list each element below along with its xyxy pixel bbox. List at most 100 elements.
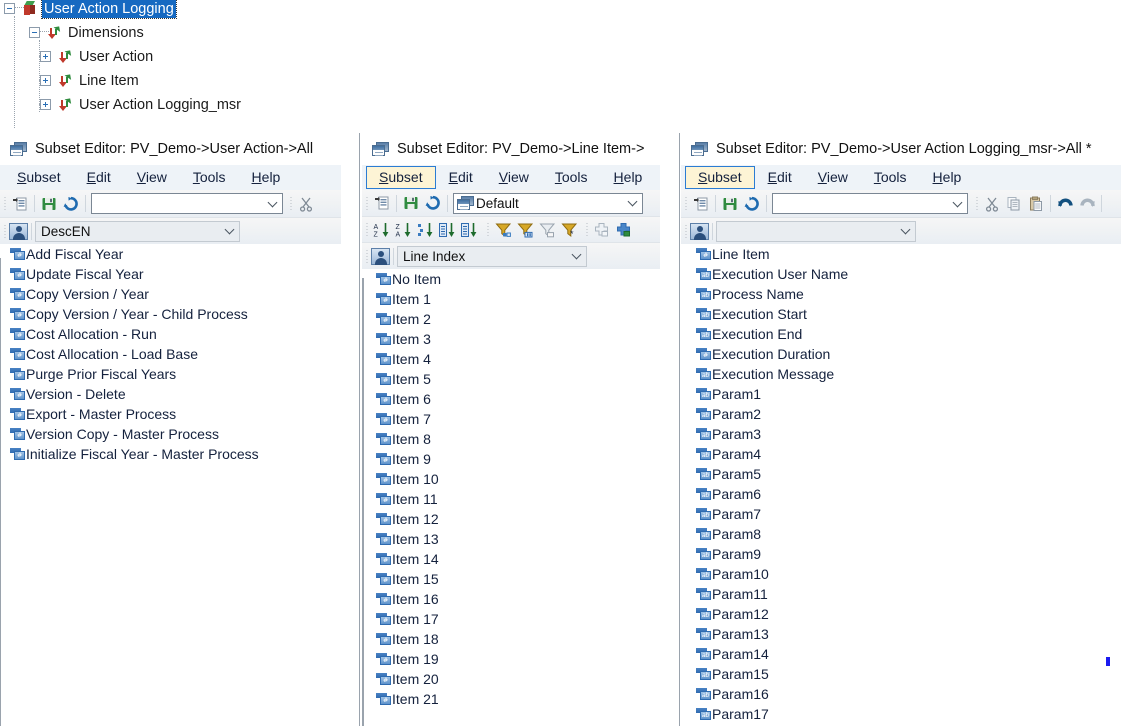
main-toolbar[interactable] — [681, 190, 1121, 218]
list-item[interactable]: # No Item — [364, 269, 660, 289]
menu-subset[interactable]: Subset — [4, 166, 74, 189]
menu-tools[interactable]: Tools — [542, 166, 601, 189]
list-item[interactable]: # Purge Prior Fiscal Years — [0, 364, 341, 384]
list-item[interactable]: # Item 13 — [364, 529, 660, 549]
new-subset-icon[interactable] — [371, 192, 393, 214]
menu-subset[interactable]: Subset — [685, 166, 755, 189]
chevron-down-icon[interactable] — [952, 197, 963, 207]
menu-view[interactable]: View — [486, 166, 542, 189]
expand-toggle-icon[interactable] — [40, 99, 51, 110]
undo-icon[interactable] — [1054, 193, 1076, 215]
chevron-down-icon[interactable] — [571, 249, 582, 260]
list-item[interactable]: ab Execution End — [686, 324, 1121, 344]
menu-help[interactable]: Help — [601, 166, 656, 189]
menu-edit[interactable]: Edit — [436, 166, 486, 189]
list-item[interactable]: # Item 19 — [364, 649, 660, 669]
subset-editor-window-logging-msr[interactable]: Subset Editor: PV_Demo->User Action Logg… — [681, 133, 1121, 726]
cut-icon[interactable] — [295, 193, 317, 215]
alias-icon[interactable] — [690, 222, 709, 240]
save-icon[interactable] — [38, 193, 60, 215]
chevron-down-icon[interactable] — [224, 224, 235, 235]
toolbar-grip[interactable] — [584, 221, 591, 238]
menu-bar[interactable]: Subset Edit View Tools Help — [681, 165, 1121, 190]
menu-tools[interactable]: Tools — [180, 166, 239, 189]
list-item[interactable]: # Item 2 — [364, 309, 660, 329]
list-item[interactable]: # Item 9 — [364, 449, 660, 469]
list-item[interactable]: # Version - Delete — [0, 384, 341, 404]
expand-toggle-icon[interactable] — [40, 75, 51, 86]
list-item[interactable]: # Item 4 — [364, 349, 660, 369]
list-item[interactable]: ab Process Name — [686, 284, 1121, 304]
attribute-toolbar[interactable]: Line Index — [362, 243, 660, 269]
toolbar-grip[interactable] — [364, 248, 371, 265]
list-item[interactable]: # Item 17 — [364, 609, 660, 629]
list-item[interactable]: ab Param17 — [686, 704, 1121, 724]
attribute-toolbar[interactable] — [681, 218, 1121, 244]
list-item[interactable]: # Item 8 — [364, 429, 660, 449]
subset-editor-window-line-item[interactable]: Subset Editor: PV_Demo->Line Item-> Subs… — [362, 133, 660, 726]
list-item[interactable]: # Item 14 — [364, 549, 660, 569]
list-item[interactable]: # Item 6 — [364, 389, 660, 409]
list-item[interactable]: # Item 11 — [364, 489, 660, 509]
expand-toggle-icon[interactable] — [40, 51, 51, 62]
list-item[interactable]: # Item 18 — [364, 629, 660, 649]
list-item[interactable]: # Execution Duration — [686, 344, 1121, 364]
element-list-logging-msr[interactable]: # Line Item ab Execution User Name ab Process… — [681, 244, 1121, 726]
list-item[interactable]: # Item 10 — [364, 469, 660, 489]
toolbar-grip[interactable] — [364, 221, 371, 238]
clear-filter-icon[interactable] — [536, 219, 558, 241]
alias-icon[interactable] — [371, 247, 390, 265]
list-item[interactable]: # Item 12 — [364, 509, 660, 529]
list-item[interactable]: ab Param16 — [686, 684, 1121, 704]
list-item[interactable]: ab Execution User Name — [686, 264, 1121, 284]
tree-node-line-item[interactable]: Line Item — [40, 70, 141, 91]
copy-icon[interactable] — [317, 193, 339, 215]
list-item[interactable]: ab Param11 — [686, 584, 1121, 604]
list-item[interactable]: # Version Copy - Master Process — [0, 424, 341, 444]
list-item[interactable]: ab Param9 — [686, 544, 1121, 564]
insert-all-icon[interactable] — [613, 219, 635, 241]
tree-node-user-action[interactable]: User Action — [40, 46, 155, 67]
list-item[interactable]: ab Param10 — [686, 564, 1121, 584]
attribute-combo[interactable]: Line Index — [397, 245, 587, 267]
element-list-line-item[interactable]: # No Item # Item 1 # Item 2 # Item 3 # Item 4 # Ite… — [362, 269, 660, 726]
menu-view[interactable]: View — [124, 166, 180, 189]
list-item[interactable]: ab Param8 — [686, 524, 1121, 544]
element-list-user-action[interactable]: # Add Fiscal Year # Update Fiscal Year # Copy… — [0, 244, 341, 726]
menu-help[interactable]: Help — [239, 166, 294, 189]
list-item[interactable]: # Add Fiscal Year — [0, 244, 341, 264]
toolbar-grip[interactable] — [2, 223, 9, 240]
new-subset-icon[interactable] — [9, 193, 31, 215]
sort-descending-icon[interactable]: Z A — [393, 219, 415, 241]
subset-name-combo[interactable] — [772, 193, 968, 214]
list-item[interactable]: ab Param1 — [686, 384, 1121, 404]
list-item[interactable]: # Item 3 — [364, 329, 660, 349]
list-item[interactable]: ab Param3 — [686, 424, 1121, 444]
sort-filter-toolbar[interactable]: A Z Z A * — [362, 217, 660, 243]
menu-edit[interactable]: Edit — [755, 166, 805, 189]
subset-editor-window-user-action[interactable]: Subset Editor: PV_Demo->User Action->All… — [0, 133, 341, 726]
list-item[interactable]: # Item 16 — [364, 589, 660, 609]
list-item[interactable]: # Item 1 — [364, 289, 660, 309]
menu-help[interactable]: Help — [920, 166, 975, 189]
filter-by-level-icon[interactable] — [492, 219, 514, 241]
list-item[interactable]: ab Param12 — [686, 604, 1121, 624]
collapse-toggle-icon[interactable] — [29, 27, 40, 38]
chevron-down-icon[interactable] — [900, 224, 911, 235]
main-toolbar[interactable] — [0, 190, 341, 218]
sort-index-descending-icon[interactable] — [459, 219, 481, 241]
toolbar-grip[interactable] — [288, 195, 295, 212]
list-item[interactable]: # Item 21 — [364, 689, 660, 709]
menu-view[interactable]: View — [805, 166, 861, 189]
list-item[interactable]: # Item 15 — [364, 569, 660, 589]
list-item[interactable]: # Initialize Fiscal Year - Master Process — [0, 444, 341, 464]
attribute-combo[interactable] — [716, 220, 916, 242]
new-subset-icon[interactable] — [690, 193, 712, 215]
chevron-down-icon[interactable] — [627, 196, 638, 207]
toolbar-grip[interactable] — [2, 195, 9, 212]
save-icon[interactable] — [719, 193, 741, 215]
tree-node-dimensions[interactable]: Dimensions — [29, 22, 146, 43]
list-item[interactable]: ab Param7 — [686, 504, 1121, 524]
menu-edit[interactable]: Edit — [74, 166, 124, 189]
list-item[interactable]: ab Param2 — [686, 404, 1121, 424]
